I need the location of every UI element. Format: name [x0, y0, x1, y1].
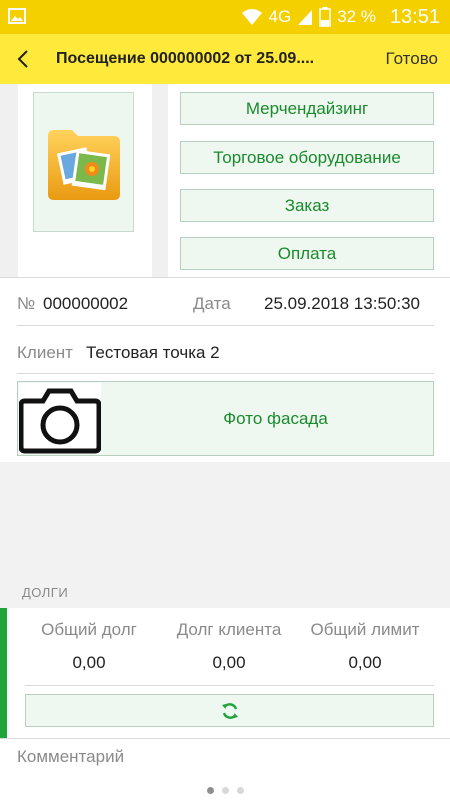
- payment-button[interactable]: Оплата: [180, 237, 434, 270]
- battery-percent: 32 %: [337, 7, 376, 26]
- camera-thumbnail: [18, 383, 102, 454]
- debts-panel: Общий долг 0,00 Долг клиента 0,00 Общий …: [0, 608, 450, 738]
- merchandising-button[interactable]: Мерчендайзинг: [180, 92, 434, 125]
- status-bar: 4G 32 % 13:51: [0, 0, 450, 34]
- total-limit: Общий лимит 0,00: [290, 620, 440, 673]
- total-debt-label: Общий долг: [41, 620, 137, 639]
- wifi-icon: [241, 9, 262, 25]
- page-indicator: [0, 780, 450, 800]
- done-button[interactable]: Готово: [370, 49, 450, 69]
- divider: [17, 373, 434, 374]
- app-header: Посещение 000000002 от 25.09.... Готово: [0, 34, 450, 84]
- divider: [17, 325, 434, 326]
- client-debt-value: 0,00: [212, 653, 246, 672]
- total-debt: Общий долг 0,00: [14, 620, 164, 673]
- page-dot-2[interactable]: [221, 786, 229, 794]
- page-dot-1[interactable]: [206, 786, 214, 794]
- total-debt-value: 0,00: [72, 653, 106, 672]
- number-label: №: [17, 294, 36, 313]
- visit-date[interactable]: 25.09.2018 13:50:30: [264, 294, 420, 314]
- facade-photo-label: Фото фасада: [223, 408, 328, 428]
- comment-input[interactable]: Комментарий: [17, 747, 124, 767]
- divider: [25, 685, 434, 686]
- left-gutter: [0, 84, 18, 277]
- client-label: Клиент: [17, 343, 73, 362]
- facade-photo-button[interactable]: Фото фасада: [17, 381, 434, 456]
- photo-folder-icon: [48, 130, 120, 200]
- camera-icon: [18, 388, 102, 454]
- network-type: 4G: [268, 7, 292, 26]
- debts-section-title: ДОЛГИ: [22, 585, 69, 600]
- client-value[interactable]: Тестовая точка 2: [86, 343, 220, 363]
- comment-row: Комментарий: [0, 738, 450, 778]
- order-button[interactable]: Заказ: [180, 189, 434, 222]
- page-dot-3[interactable]: [236, 786, 244, 794]
- total-limit-value: 0,00: [348, 653, 382, 672]
- middle-gutter: [152, 84, 168, 277]
- total-limit-label: Общий лимит: [310, 620, 420, 639]
- visit-number: 000000002: [43, 294, 129, 313]
- clock: 13:51: [389, 5, 440, 28]
- debts-accent-bar: [0, 608, 7, 738]
- refresh-icon: [221, 702, 238, 719]
- back-button[interactable]: [0, 34, 46, 84]
- client-debt: Долг клиента 0,00: [154, 620, 304, 673]
- visit-image-frame-lower: [33, 232, 134, 277]
- trade-equipment-button[interactable]: Торговое оборудование: [180, 141, 434, 174]
- divider: [0, 277, 450, 278]
- battery-icon: [319, 7, 331, 27]
- client-debt-label: Долг клиента: [176, 620, 282, 639]
- gallery-notification-icon: [8, 8, 26, 24]
- page-title: Посещение 000000002 от 25.09....: [56, 50, 315, 67]
- date-label: Дата: [193, 294, 231, 313]
- chevron-left-icon: [17, 50, 28, 68]
- signal-icon: [298, 10, 313, 25]
- refresh-debts-button[interactable]: [25, 694, 434, 727]
